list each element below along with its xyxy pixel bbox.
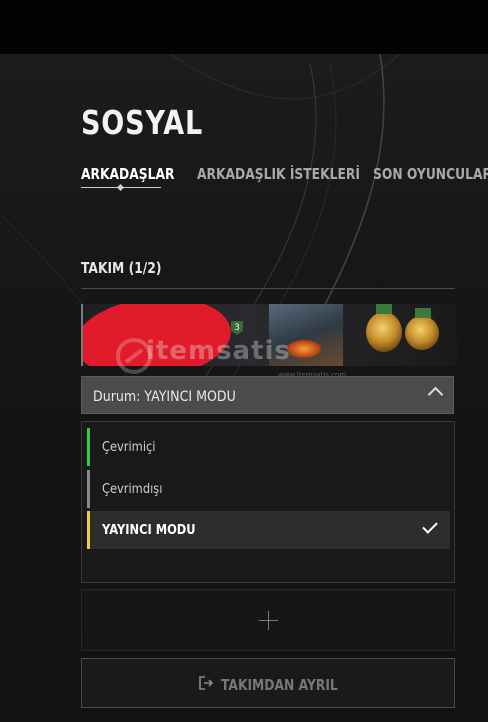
checkmark-icon xyxy=(422,518,438,534)
status-dropdown[interactable]: Durum: YAYINCI MODU xyxy=(81,376,454,414)
tab-friend-requests[interactable]: ARKADAŞLIK İSTEKLERİ xyxy=(197,165,360,183)
status-option-streamer-mode[interactable]: YAYINCI MODU xyxy=(87,511,450,549)
divider xyxy=(81,288,455,289)
status-options-menu: Çevrimiçi Çevrimdışı YAYINCI MODU xyxy=(81,421,455,583)
exit-arrow-icon xyxy=(199,676,213,690)
add-teammate-slot[interactable] xyxy=(81,589,455,651)
option-label: Çevrimiçi xyxy=(102,440,156,455)
leave-team-label: TAKIMDAN AYRIL xyxy=(221,676,338,694)
level-badge: 3 xyxy=(231,321,243,335)
tab-recent-players[interactable]: SON OYUNCULAR xyxy=(373,165,488,183)
status-color-bar xyxy=(87,428,90,466)
status-value: Durum: YAYINCI MODU xyxy=(93,389,236,405)
chevron-up-icon xyxy=(427,386,444,403)
watermark-text: itemsatis xyxy=(146,336,291,366)
medal-icon xyxy=(405,308,439,350)
page-title: SOSYAL xyxy=(81,103,204,142)
top-bar xyxy=(0,0,488,54)
leave-team-button[interactable]: TAKIMDAN AYRIL xyxy=(81,658,455,708)
active-tab-indicator xyxy=(81,183,161,192)
status-option-online[interactable]: Çevrimiçi xyxy=(87,428,450,466)
tab-friends[interactable]: ARKADAŞLAR xyxy=(81,165,174,183)
option-label: Çevrimdışı xyxy=(102,482,163,497)
status-color-bar xyxy=(87,511,90,549)
team-label: TAKIM (1/2) xyxy=(81,259,162,277)
medal-icon xyxy=(366,304,402,352)
option-label: YAYINCI MODU xyxy=(102,523,196,538)
status-color-bar xyxy=(87,470,90,508)
status-option-offline[interactable]: Çevrimdışı xyxy=(87,470,450,508)
plus-icon xyxy=(268,611,269,630)
